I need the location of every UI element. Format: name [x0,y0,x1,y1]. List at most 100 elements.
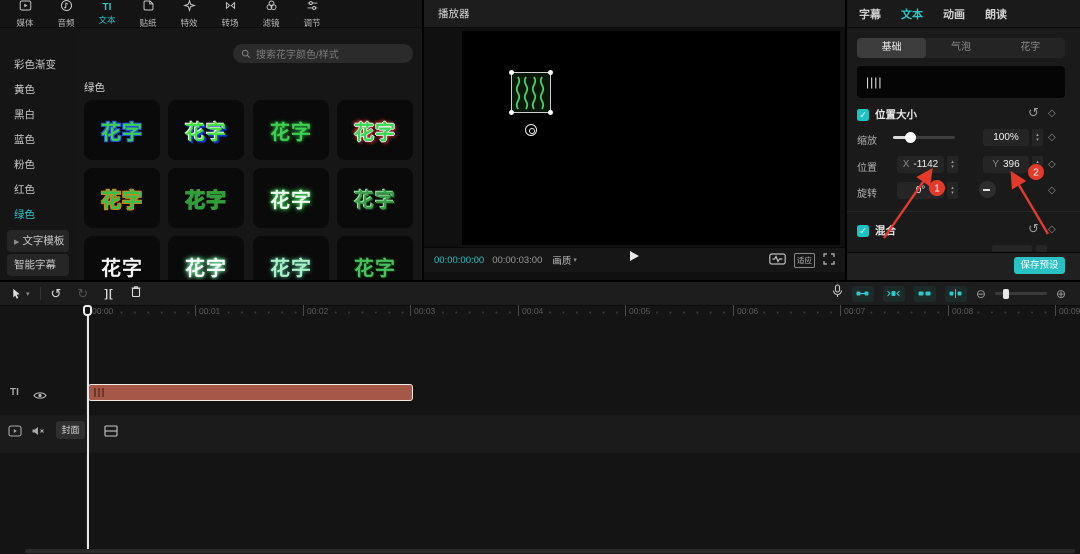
track-mute-speaker-icon[interactable] [31,424,45,442]
transition-icon [224,0,237,17]
resize-handle-nw[interactable] [509,70,514,75]
linkage-button[interactable] [914,286,936,302]
save-preset-button[interactable]: 保存预设 [1014,257,1065,274]
zoom-out-icon[interactable]: ⊖ [976,288,986,300]
timeline-horizontal-scrollbar[interactable] [25,549,1075,553]
resize-handle-ne[interactable] [548,70,553,75]
sidebar-item-green[interactable]: 绿色 [0,203,76,228]
playhead[interactable] [87,306,89,549]
undo-button[interactable]: ↺ [51,287,62,301]
tab-sticker[interactable]: 贴纸 [135,0,161,29]
rotate-handle[interactable] [525,124,537,136]
position-x-stepper[interactable]: ▴▾ [947,156,958,173]
zoom-slider-thumb[interactable] [1003,289,1009,299]
tab-filters-label: 滤镜 [262,17,279,29]
text-style-card[interactable]: 花字 [84,236,160,280]
timeline-zoom-slider[interactable] [995,292,1047,295]
text-content-field[interactable]: |||| [857,66,1065,98]
timeline-toolbar: ▾ ↺ ↻ ][ ⊖ ⊕ [0,282,1080,306]
blend-keyframe-icon[interactable]: ◇ [1048,225,1056,235]
cover-button[interactable]: 封面 [56,421,85,439]
text-style-card[interactable]: 花字 [337,100,413,160]
position-y-input[interactable]: Y396 [983,156,1029,173]
tab-transitions-label: 转场 [221,17,238,29]
sidebar-item-auto-captions[interactable]: 智能字幕 [7,254,69,276]
zoom-in-icon[interactable]: ⊕ [1056,288,1066,300]
position-keyframe-icon[interactable]: ◇ [1048,160,1056,170]
tab-media[interactable]: 媒体 [12,0,38,29]
tab-text-props[interactable]: 文本 [901,6,923,22]
preview-quality-icon[interactable] [769,253,786,268]
main-video-track[interactable] [0,415,1080,453]
tab-animation[interactable]: 动画 [943,6,965,22]
rotate-keyframe-icon[interactable]: ◇ [1048,186,1056,196]
sidebar-item-text-templates[interactable]: ▶文字模板 [7,230,69,252]
preview-axis-button[interactable] [945,286,967,302]
text-track-type-icon: TI [10,387,19,398]
fullscreen-icon[interactable] [823,253,835,268]
rotate-value-input[interactable]: 0° [897,182,944,199]
sidebar-item-blue[interactable]: 蓝色 [0,128,76,153]
subtab-bubble[interactable]: 气泡 [926,38,995,58]
main-track-magnet-button[interactable] [852,286,874,302]
keyframe-diamond-icon[interactable]: ◇ [1048,109,1056,119]
tab-adjust-label: 调节 [303,17,320,29]
quality-dropdown[interactable]: 画质 [552,253,571,267]
track-visibility-eye-icon[interactable] [33,388,47,406]
search-input[interactable]: 搜索花字颜色/样式 [233,44,413,63]
scale-keyframe-icon[interactable]: ◇ [1048,133,1056,143]
redo-button[interactable]: ↻ [77,287,88,301]
record-voiceover-button[interactable] [832,284,843,303]
position-size-checkbox[interactable]: ✓ [857,109,869,121]
text-style-card[interactable]: 花字 [168,236,244,280]
tab-filters[interactable]: 滤镜 [258,0,284,29]
scale-slider-thumb[interactable] [905,132,916,143]
tab-read-aloud[interactable]: 朗读 [985,6,1007,22]
tab-transitions[interactable]: 转场 [217,0,243,29]
text-style-card[interactable]: 花字 [168,100,244,160]
sidebar-item-yellow[interactable]: 黄色 [0,78,76,103]
tab-adjust[interactable]: 调节 [299,0,325,29]
preview-canvas[interactable] [462,31,840,245]
rotate-dial[interactable] [979,181,996,198]
cover-frame-icon[interactable] [104,424,118,442]
rotate-stepper[interactable]: ▴▾ [947,182,958,199]
select-tool[interactable]: ▾ [10,287,30,300]
text-style-card[interactable]: 花字 [168,168,244,228]
text-style-card[interactable]: 花字 [253,100,329,160]
blend-checkbox[interactable]: ✓ [857,225,869,237]
sidebar-item-pink[interactable]: 粉色 [0,153,76,178]
auto-snap-button[interactable] [883,286,905,302]
text-style-card[interactable]: 花字 [253,236,329,280]
tab-text[interactable]: TI 文本 [94,1,120,26]
position-size-section: ✓ 位置大小 [857,107,917,122]
reset-blend-icon[interactable]: ↺ [1028,223,1039,235]
scale-value-input[interactable]: 100% [983,129,1029,146]
text-style-card[interactable]: 花字 [337,236,413,280]
text-style-card[interactable]: 花字 [84,168,160,228]
resize-handle-sw[interactable] [509,110,514,115]
subtab-basic[interactable]: 基础 [857,38,926,58]
text-style-card[interactable]: 花字 [337,168,413,228]
tab-effects[interactable]: 特效 [176,0,202,29]
position-x-input[interactable]: X-1142 [897,156,944,173]
scale-stepper[interactable]: ▴▾ [1032,129,1043,146]
sidebar-item-red[interactable]: 红色 [0,178,76,203]
tab-captions[interactable]: 字幕 [859,6,881,22]
play-button[interactable] [630,251,639,261]
tab-audio[interactable]: 音频 [53,0,79,29]
subtab-fancy-text[interactable]: 花字 [996,38,1065,58]
reset-position-size-icon[interactable]: ↺ [1028,107,1039,119]
sidebar-item-colorful-gradient[interactable]: 彩色渐变 [0,53,76,78]
position-y-stepper[interactable]: ▴▾ [1032,156,1043,173]
text-style-card[interactable]: 花字 [84,100,160,160]
delete-button[interactable] [130,285,142,303]
split-button[interactable]: ][ [104,287,113,301]
fit-button[interactable]: 适应 [794,253,815,268]
text-clip[interactable] [88,384,413,401]
text-style-card[interactable]: 花字 [253,168,329,228]
selected-text-element[interactable] [511,72,551,113]
resize-handle-se[interactable] [548,110,553,115]
sidebar-item-black-white[interactable]: 黑白 [0,103,76,128]
playhead-handle[interactable] [83,305,92,316]
